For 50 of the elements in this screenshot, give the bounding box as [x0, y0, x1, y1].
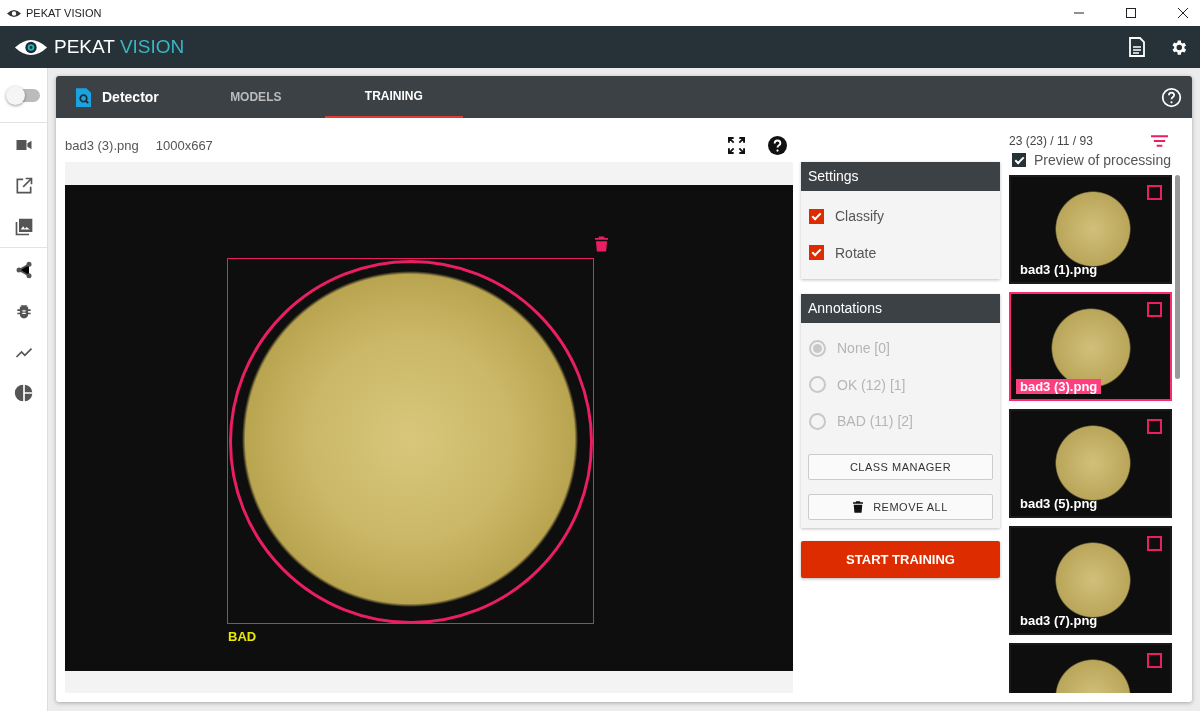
thumbnail[interactable]: bad3 (1).png: [1009, 175, 1172, 284]
radio-label: BAD (11) [2]: [837, 413, 913, 430]
filter-icon[interactable]: [1151, 135, 1168, 147]
checkbox-label: Rotate: [835, 244, 877, 261]
thumbnail-name: bad3 (3).png: [1016, 379, 1102, 394]
scrollbar[interactable]: [1175, 175, 1180, 379]
checkbox[interactable]: [1012, 153, 1026, 167]
fullscreen-icon[interactable]: [728, 136, 745, 154]
checkbox[interactable]: [1147, 185, 1162, 200]
delete-icon: [853, 500, 864, 513]
radio-label: OK (12) [1]: [837, 376, 906, 393]
logo-text: PEKAT: [54, 36, 115, 58]
document-icon[interactable]: [1129, 37, 1145, 57]
help-icon[interactable]: [1161, 86, 1182, 108]
document-search-icon: [76, 87, 91, 107]
eye-logo-icon: [14, 37, 48, 57]
panel-title: Annotations: [801, 294, 1000, 323]
close-icon[interactable]: [1178, 8, 1188, 18]
file-name: bad3 (3).png: [65, 137, 139, 153]
radio-label: None [0]: [837, 340, 890, 357]
maximize-icon[interactable]: [1126, 8, 1136, 18]
start-training-button[interactable]: START TRAINING: [801, 540, 1000, 578]
thumbnail[interactable]: bad3 (5).png: [1009, 409, 1172, 518]
checkbox[interactable]: [1147, 536, 1162, 551]
pie-chart-icon[interactable]: [13, 383, 34, 403]
checkbox[interactable]: [1147, 419, 1162, 434]
delete-icon[interactable]: [595, 236, 608, 252]
checkbox[interactable]: [809, 245, 824, 261]
tab[interactable]: MODELS: [186, 76, 325, 118]
logo-text: VISION: [119, 36, 185, 58]
image-gallery-icon[interactable]: [13, 217, 34, 237]
checkbox[interactable]: [809, 208, 824, 224]
thumbnail-name: bad3 (1).png: [1019, 262, 1099, 277]
checkbox-label: Preview of processing: [1034, 152, 1171, 168]
window-title: PEKAT VISION: [26, 7, 102, 19]
image-size: 1000x667: [155, 137, 213, 153]
tab[interactable]: TRAINING: [324, 76, 463, 118]
annotation-label: BAD: [228, 629, 257, 644]
thumbnail[interactable]: bad3 (7).png: [1009, 526, 1172, 635]
card-title: Detector: [102, 89, 159, 105]
thumbnail-name: bad3 (5).png: [1019, 496, 1099, 511]
help-icon[interactable]: [768, 135, 787, 155]
thumbnail-name: bad3 (7).png: [1019, 613, 1099, 628]
checkbox[interactable]: [1147, 653, 1162, 668]
checkbox[interactable]: [1147, 302, 1162, 317]
checkbox-label: Classify: [835, 208, 884, 225]
image-count: 23 (23) / 11 / 93: [1009, 134, 1093, 148]
toggle-switch[interactable]: [7, 88, 40, 102]
eye-icon: [7, 8, 21, 18]
panel-title: Settings: [801, 162, 1000, 191]
